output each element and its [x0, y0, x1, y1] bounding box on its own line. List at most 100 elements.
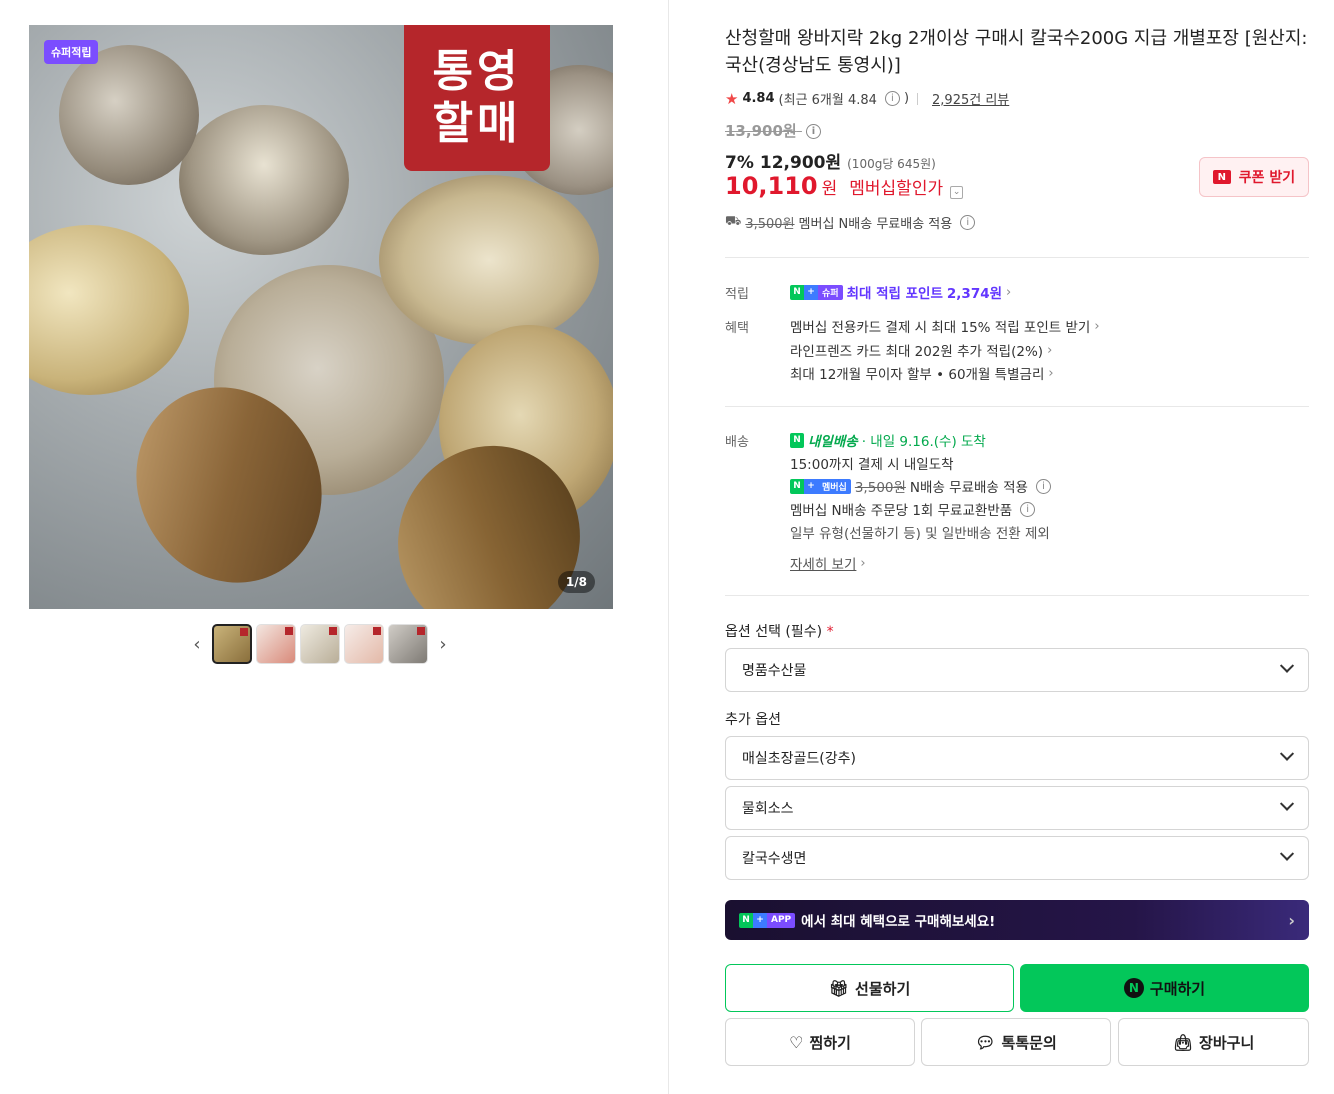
required-option-label: 옵션 선택 (필수) * [725, 621, 834, 641]
chevron-right-icon: › [860, 555, 866, 571]
chevron-down-icon [1279, 746, 1295, 761]
thumbnail-tag [240, 628, 248, 636]
thumbnail[interactable] [300, 624, 340, 664]
points-label: 적립 [725, 287, 749, 302]
thumbnail-tag [373, 627, 381, 635]
points-text: 최대 적립 포인트 [846, 286, 943, 302]
brand-logo: 통영 할매 [404, 25, 550, 171]
original-price-value: 13,900원 [725, 122, 797, 140]
chevron-right-icon[interactable]: › [432, 624, 454, 664]
recent-rating-close: ) [903, 91, 910, 106]
delivery-exclusion: 일부 유형(선물하기 등) 및 일반배송 전환 제외 [790, 526, 1050, 542]
clam-shape [179, 105, 349, 255]
npay-super-chip: N + 슈퍼 [790, 284, 843, 300]
brand-logo-line: 통영 [432, 46, 522, 97]
app-banner-text: 에서 최대 혜택으로 구매해보세요! [801, 914, 996, 930]
chevron-down-icon[interactable]: ⌄ [950, 186, 964, 199]
unit-price: (100g당 645원) [847, 157, 936, 171]
product-title: 산청할매 왕바지락 2kg 2개이상 구매시 칼국수200G 지급 개별포장 [… [725, 28, 1308, 76]
clam-shape [29, 225, 189, 395]
naver-n-icon: N [790, 284, 804, 300]
extra-option-select[interactable]: 칼국수생면 [725, 836, 1309, 880]
member-price-row[interactable]: 10,110 원 멤버십할인가 ⌄ [725, 172, 964, 200]
select-value: 매실초장골드(강추) [742, 751, 856, 767]
npay-member-chip: N + 멤버십 [790, 478, 851, 494]
points-line[interactable]: N + 슈퍼 최대 적립 포인트 2,374원 › [790, 282, 1011, 302]
benefit-line[interactable]: 최대 12개월 무이자 할부 • 60개월 특별금리 › [790, 363, 1054, 384]
member-price: 10,110 [725, 172, 818, 200]
delivery-fee-line: N + 멤버십 3,500원 N배송 무료배송 적용 i [790, 476, 1051, 496]
delivery-fee-strike: 3,500원 [854, 480, 906, 496]
thumbnail[interactable] [212, 624, 252, 664]
info-icon[interactable]: i [1020, 501, 1036, 517]
more-details-text: 자세히 보기 [790, 557, 857, 573]
chevron-down-icon [1279, 846, 1295, 861]
separator [917, 92, 919, 105]
npay-app-chip: N + APP [739, 912, 796, 928]
naver-n-icon: N [790, 432, 804, 448]
shipping-fee-strike: 3,500원 [745, 217, 795, 232]
delivery-label: 배송 [725, 435, 749, 450]
plus-icon: + [804, 478, 818, 494]
review-count-link[interactable]: 2,925건 리뷰 [932, 89, 1009, 108]
coupon-button[interactable]: N 쿠폰 받기 [1199, 157, 1309, 197]
gift-label: 선물하기 [855, 979, 911, 998]
required-option-select[interactable]: 명품수산물 [725, 648, 1309, 692]
info-icon[interactable]: i [960, 215, 976, 230]
truck-icon: ⛟ [725, 214, 742, 229]
plus-icon: + [753, 912, 767, 928]
naver-n-icon: N [739, 912, 753, 928]
member-price-label: 멤버십할인가 [849, 179, 944, 199]
arrival-date: · 내일 9.16.(수) 도착 [861, 434, 986, 450]
thumbnail[interactable] [388, 624, 428, 664]
shipping-text: 멤버십 N배송 무료배송 적용 [798, 217, 953, 232]
benefit-text: 최대 12개월 무이자 할부 • 60개월 특별금리 [790, 367, 1045, 383]
talk-label: 톡톡문의 [1001, 1033, 1057, 1052]
naver-n-icon: N [790, 478, 804, 494]
exchange-text: 멤버십 N배송 주문당 1회 무료교환반품 [790, 503, 1013, 519]
info-icon[interactable]: i [805, 124, 821, 139]
gift-button[interactable]: 🎁︎ 선물하기 [725, 964, 1014, 1012]
discount-rate: 7% [725, 153, 754, 173]
extra-option-label: 추가 옵션 [725, 712, 781, 728]
chevron-right-icon: › [1047, 342, 1053, 358]
extra-option-select[interactable]: 물회소스 [725, 786, 1309, 830]
thumbnail[interactable] [344, 624, 384, 664]
shipping-summary: ⛟ 3,500원 멤버십 N배송 무료배송 적용 i [725, 213, 976, 232]
shopping-bag-icon: 👜︎ [1172, 1032, 1194, 1052]
app-promo-banner[interactable]: N + APP 에서 최대 혜택으로 구매해보세요! › [725, 900, 1309, 940]
chevron-right-icon: › [1094, 318, 1100, 334]
chevron-right-icon: › [1048, 365, 1054, 381]
benefit-text: 멤버십 전용카드 결제 시 최대 15% 적립 포인트 받기 [790, 320, 1091, 336]
delivery-exchange: 멤버십 N배송 주문당 1회 무료교환반품 i [790, 499, 1036, 519]
extra-option-select[interactable]: 매실초장골드(강추) [725, 736, 1309, 780]
chevron-left-icon[interactable]: ‹ [186, 624, 208, 664]
thumbnail-strip: ‹ › [186, 624, 454, 664]
select-value: 물회소스 [742, 801, 794, 817]
talk-inquiry-button[interactable]: 💬︎ 톡톡문의 [921, 1018, 1111, 1066]
required-option-text: 옵션 선택 (필수) [725, 624, 823, 640]
chip-member-text: 멤버십 [818, 478, 851, 494]
wishlist-button[interactable]: ♡ 찜하기 [725, 1018, 915, 1066]
cart-button[interactable]: 👜︎ 장바구니 [1118, 1018, 1309, 1066]
buy-button[interactable]: N 구매하기 [1020, 964, 1309, 1012]
delivery-cutoff: 15:00까지 결제 시 내일도착 [790, 457, 954, 473]
chip-super-text: 슈퍼 [818, 284, 843, 300]
select-value: 명품수산물 [742, 663, 807, 679]
image-counter: 1/8 [557, 571, 595, 593]
points-amount: 2,374원 [946, 286, 1003, 302]
info-icon[interactable]: i [1035, 478, 1051, 494]
sale-price: 12,900원 [759, 153, 842, 173]
brand-logo-line: 할매 [432, 98, 522, 149]
delivery-arrival: N 내일배송 · 내일 9.16.(수) 도착 [790, 430, 986, 450]
benefit-line[interactable]: 멤버십 전용카드 결제 시 최대 15% 적립 포인트 받기 › [790, 316, 1100, 337]
member-price-currency: 원 [821, 179, 838, 199]
info-icon[interactable]: i [884, 91, 900, 106]
wish-label: 찜하기 [809, 1033, 851, 1052]
thumbnail[interactable] [256, 624, 296, 664]
more-details-link[interactable]: 자세히 보기 › [790, 553, 866, 574]
main-product-image[interactable]: 슈퍼적립 통영 할매 1/8 [29, 25, 613, 609]
benefit-line[interactable]: 라인프렌즈 카드 최대 202원 추가 적립(2%) › [790, 340, 1053, 361]
divider [725, 595, 1309, 596]
chevron-down-icon [1279, 658, 1295, 673]
